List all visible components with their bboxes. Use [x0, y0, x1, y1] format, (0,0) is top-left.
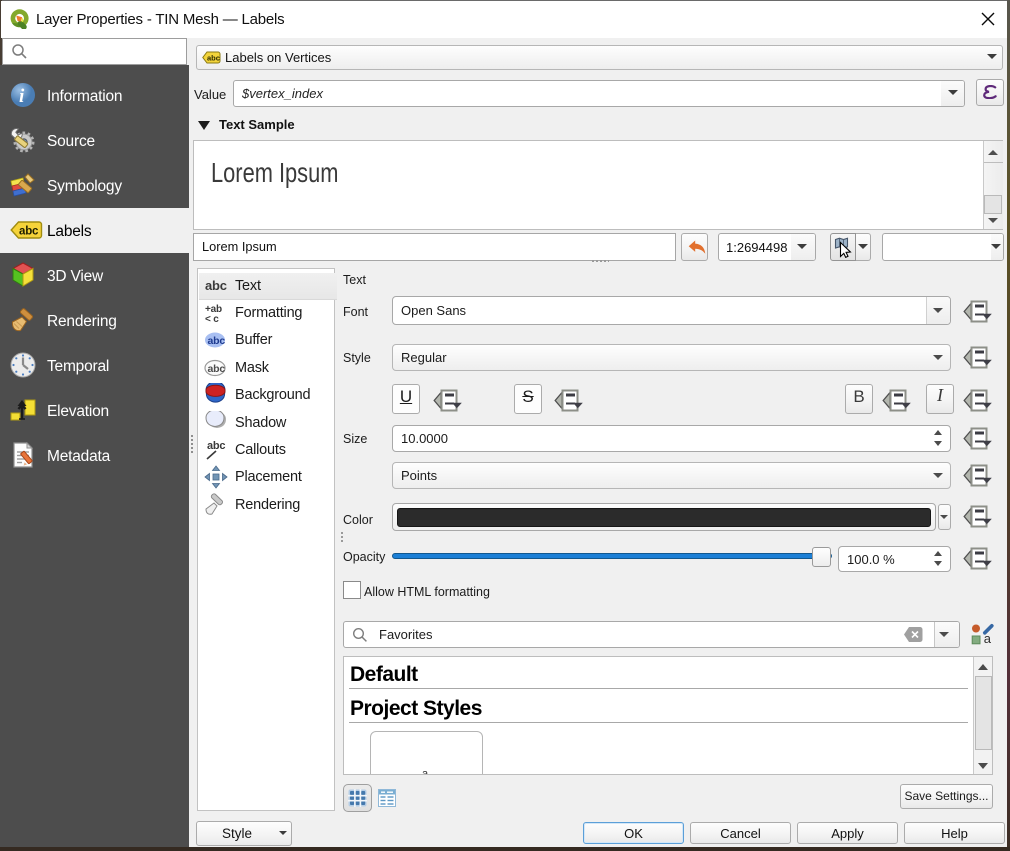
svg-text:abc: abc: [19, 226, 39, 238]
svg-text:< c: < c: [205, 314, 219, 325]
svg-text:abc: abc: [205, 278, 227, 293]
svg-text:abc: abc: [208, 363, 226, 375]
svg-text:abc: abc: [207, 54, 220, 63]
svg-text:abc: abc: [207, 440, 225, 452]
svg-text:a: a: [984, 631, 992, 646]
svg-text:abc: abc: [208, 335, 226, 347]
